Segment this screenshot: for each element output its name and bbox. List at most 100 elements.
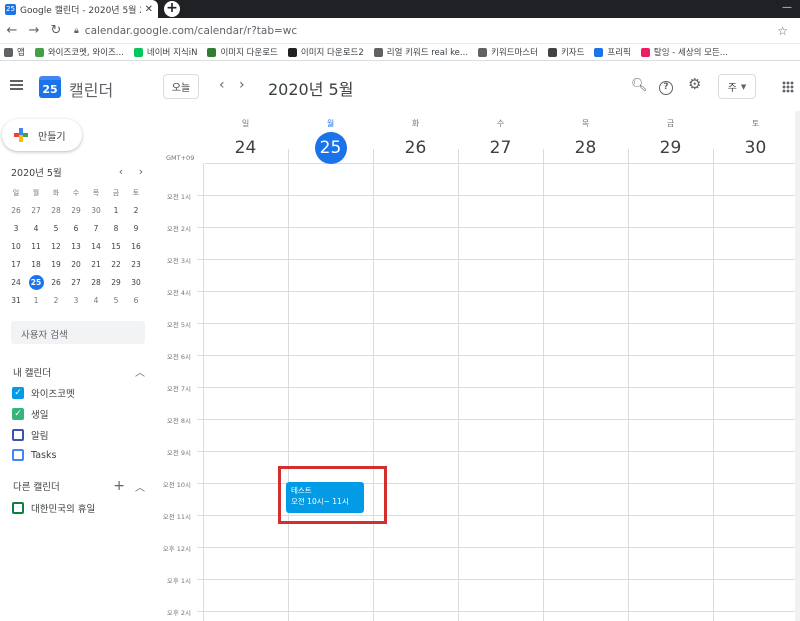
bookmark-star-icon[interactable]: ☆ (777, 24, 788, 38)
bookmark-item[interactable]: 키자드 (547, 46, 584, 58)
mini-day[interactable]: 28 (86, 273, 106, 291)
calendar-list-item[interactable]: 대한민국의 휴일 (12, 501, 95, 515)
mini-day[interactable]: 11 (26, 237, 46, 255)
mini-day[interactable]: 27 (26, 201, 46, 219)
day-date[interactable]: 27 (485, 132, 517, 164)
mini-day[interactable]: 26 (6, 201, 26, 219)
mini-day[interactable]: 26 (46, 273, 66, 291)
mini-day[interactable]: 28 (46, 201, 66, 219)
unchecked-checkbox-icon[interactable] (12, 449, 24, 461)
mini-day[interactable]: 18 (26, 255, 46, 273)
mini-day[interactable]: 29 (106, 273, 126, 291)
day-date[interactable]: 29 (655, 132, 687, 164)
day-header[interactable]: 수 27 (458, 111, 543, 164)
mini-day[interactable]: 5 (106, 291, 126, 309)
day-header[interactable]: 화 26 (373, 111, 458, 164)
bookmark-item[interactable]: 키워드마스터 (478, 46, 538, 58)
mini-day[interactable]: 7 (86, 219, 106, 237)
mini-day[interactable]: 13 (66, 237, 86, 255)
mini-day[interactable]: 3 (66, 291, 86, 309)
browser-tab[interactable]: 25 Google 캘린더 - 2020년 5월 24 ✕ (0, 0, 158, 18)
previous-week-icon[interactable]: ‹ (219, 77, 225, 93)
mini-day[interactable]: 25 (26, 273, 46, 291)
mini-day[interactable]: 30 (126, 273, 146, 291)
mini-day[interactable]: 16 (126, 237, 146, 255)
checked-checkbox-icon[interactable]: ✓ (12, 408, 24, 420)
mini-day[interactable]: 6 (126, 291, 146, 309)
mini-day[interactable]: 14 (86, 237, 106, 255)
mini-day[interactable]: 21 (86, 255, 106, 273)
mini-day[interactable]: 19 (46, 255, 66, 273)
mini-day[interactable]: 6 (66, 219, 86, 237)
bookmark-item[interactable]: 이미지 다운로드 (207, 46, 278, 58)
people-search-input[interactable]: 사용자 검색 (11, 321, 145, 344)
mini-day[interactable]: 29 (66, 201, 86, 219)
day-header[interactable]: 월 25 (288, 111, 373, 164)
my-calendars-header[interactable]: 내 캘린더 ︿ (13, 364, 145, 380)
mini-day[interactable]: 2 (46, 291, 66, 309)
mini-day[interactable]: 23 (126, 255, 146, 273)
close-tab-icon[interactable]: ✕ (145, 4, 153, 15)
today-date[interactable]: 25 (314, 132, 347, 164)
mini-day[interactable]: 4 (86, 291, 106, 309)
other-calendars-header[interactable]: 다른 캘린더 + ︿ (13, 478, 145, 494)
bookmark-item[interactable]: 네이버 지식iN (133, 46, 197, 58)
mini-day[interactable]: 1 (106, 201, 126, 219)
settings-gear-icon[interactable]: ⚙ (688, 75, 701, 93)
collapse-chevron-icon[interactable]: ︿ (135, 479, 145, 494)
calendar-list-item[interactable]: ✓ 와이즈코멧 (12, 386, 75, 400)
calendar-list-item[interactable]: ✓ 생일 (12, 407, 48, 421)
search-icon[interactable]: 🔍︎ (631, 78, 648, 93)
bookmark-item[interactable]: 탈잉 - 세상의 모든... (640, 46, 728, 58)
day-header[interactable]: 금 29 (628, 111, 713, 164)
mini-day[interactable]: 15 (106, 237, 126, 255)
day-date[interactable]: 26 (400, 132, 432, 164)
back-icon[interactable]: ← (2, 23, 22, 38)
mini-day[interactable]: 24 (6, 273, 26, 291)
mini-day[interactable]: 17 (6, 255, 26, 273)
unchecked-checkbox-icon[interactable] (12, 429, 24, 441)
forward-icon[interactable]: → (24, 23, 44, 38)
view-selector[interactable]: 주 ▼ (718, 74, 756, 99)
mini-day[interactable]: 20 (66, 255, 86, 273)
next-week-icon[interactable]: › (239, 77, 245, 93)
calendar-list-item[interactable]: Tasks (12, 449, 56, 461)
day-header[interactable]: 일 24 (203, 111, 288, 164)
main-menu-icon[interactable] (10, 80, 23, 90)
mini-day[interactable]: 30 (86, 201, 106, 219)
mini-day[interactable]: 22 (106, 255, 126, 273)
mini-day[interactable]: 31 (6, 291, 26, 309)
calendar-list-item[interactable]: 알림 (12, 428, 48, 442)
checked-checkbox-icon[interactable]: ✓ (12, 387, 24, 399)
mini-day[interactable]: 27 (66, 273, 86, 291)
day-date[interactable]: 24 (230, 132, 262, 164)
mini-day[interactable]: 1 (26, 291, 46, 309)
mini-day[interactable]: 3 (6, 219, 26, 237)
help-icon[interactable]: ? (659, 78, 673, 95)
mini-day[interactable]: 5 (46, 219, 66, 237)
day-date[interactable]: 28 (570, 132, 602, 164)
new-tab-button[interactable]: + (164, 1, 180, 17)
google-apps-icon[interactable] (782, 81, 794, 93)
mini-day[interactable]: 12 (46, 237, 66, 255)
day-header[interactable]: 토 30 (713, 111, 798, 164)
bookmark-item[interactable]: 리얼 키워드 real ke... (373, 46, 468, 58)
unchecked-checkbox-icon[interactable] (12, 502, 24, 514)
minimize-window-icon[interactable]: — (782, 2, 792, 13)
bookmark-item[interactable]: 이미지 다운로드2 (287, 46, 364, 58)
reload-icon[interactable]: ↻ (46, 23, 66, 38)
bookmark-apps[interactable]: 앱 (4, 46, 25, 58)
add-calendar-icon[interactable]: + (113, 478, 125, 494)
mini-day[interactable]: 10 (6, 237, 26, 255)
mini-day[interactable]: 4 (26, 219, 46, 237)
create-button[interactable]: 만들기 (2, 119, 82, 151)
mini-day[interactable]: 8 (106, 219, 126, 237)
day-date[interactable]: 30 (740, 132, 772, 164)
bookmark-item[interactable]: 프리픽 (594, 46, 631, 58)
url-field[interactable]: 🔒︎ calendar.google.com/calendar/r?tab=wc (74, 25, 297, 37)
day-header[interactable]: 목 28 (543, 111, 628, 164)
mini-prev-month-icon[interactable]: ‹ (111, 165, 131, 179)
mini-next-month-icon[interactable]: › (131, 165, 151, 179)
today-button[interactable]: 오늘 (163, 74, 199, 99)
mini-day[interactable]: 9 (126, 219, 146, 237)
